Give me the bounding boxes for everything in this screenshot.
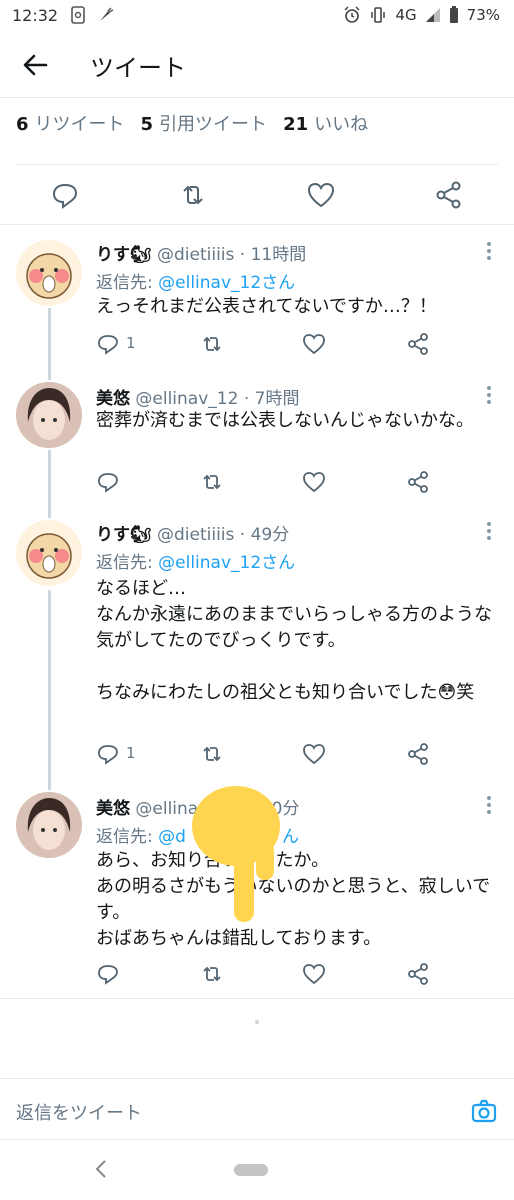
camera-icon[interactable] bbox=[470, 1097, 498, 1125]
tweet-header: りす🐿 @dietiiiis · 11時間 bbox=[96, 240, 306, 265]
tweet-header: りす🐿 @dietiiiis · 49分 bbox=[96, 520, 289, 545]
avatar[interactable] bbox=[16, 792, 82, 858]
handle[interactable]: @dietiiiis bbox=[157, 525, 234, 545]
like-icon[interactable] bbox=[306, 180, 336, 210]
divider bbox=[16, 164, 498, 165]
like-icon[interactable] bbox=[302, 470, 326, 494]
reply-icon[interactable] bbox=[96, 742, 120, 766]
battery-level: 73% bbox=[466, 6, 500, 24]
tweet-actions bbox=[96, 962, 456, 988]
reply-to-link-tail[interactable]: ん bbox=[282, 827, 299, 847]
carrot-icon bbox=[100, 7, 114, 21]
like-icon[interactable] bbox=[302, 742, 326, 766]
divider bbox=[0, 224, 514, 225]
tweet-text: なるほど… なんか永遠にあのままでいらっしゃる方のような気がしてたのでびっくりで… bbox=[96, 578, 492, 703]
tweet[interactable]: りす🐿 @dietiiiis · 49分 返信先: @ellinav_12さん … bbox=[0, 512, 514, 772]
reply-icon[interactable] bbox=[96, 332, 120, 356]
header: ツイート bbox=[0, 32, 514, 98]
status-left-icons bbox=[70, 6, 114, 24]
battery-icon bbox=[449, 6, 458, 23]
reply-icon[interactable] bbox=[96, 470, 120, 494]
girl-avatar-icon bbox=[16, 792, 82, 858]
status-time: 12:32 bbox=[12, 6, 59, 25]
retweet-icon[interactable] bbox=[178, 180, 208, 210]
more-options-icon[interactable] bbox=[486, 242, 492, 260]
squirrel-avatar-icon bbox=[26, 533, 72, 579]
reply-context: 返信先: @ellinav_12さん bbox=[96, 273, 296, 293]
handle[interactable]: @ellina bbox=[135, 799, 198, 819]
retweet-icon[interactable] bbox=[200, 332, 224, 356]
more-options-icon[interactable] bbox=[486, 386, 492, 404]
retweet-icon[interactable] bbox=[200, 742, 224, 766]
reply-to-link[interactable]: @d bbox=[158, 827, 186, 847]
like-icon[interactable] bbox=[302, 962, 326, 986]
alarm-icon bbox=[344, 6, 361, 23]
reply-to-link[interactable]: @ellinav_12さん bbox=[158, 553, 295, 573]
tweet-text: 密葬が済むまでは公表しないんじゃないかな。 bbox=[96, 410, 474, 431]
retweets-stat[interactable]: 6 リツイート bbox=[16, 110, 125, 136]
handle[interactable]: @ellinav_12 bbox=[135, 389, 238, 409]
like-icon[interactable] bbox=[302, 332, 326, 356]
share-icon[interactable] bbox=[406, 332, 430, 356]
reply-count: 1 bbox=[126, 744, 136, 762]
handle[interactable]: @dietiiiis bbox=[157, 245, 234, 265]
display-name[interactable]: りす🐿 bbox=[96, 525, 152, 545]
status-right: 4G 73% bbox=[343, 6, 500, 24]
tweet-header: 美悠 @ellinav_12 · 7時間 bbox=[96, 384, 299, 409]
timestamp: · 11時間 bbox=[239, 245, 307, 265]
reply-to-link[interactable]: @ellinav_12さん bbox=[158, 273, 295, 293]
divider bbox=[0, 998, 514, 999]
retweet-icon[interactable] bbox=[200, 470, 224, 494]
home-gesture-pill[interactable] bbox=[234, 1164, 268, 1176]
more-options-icon[interactable] bbox=[486, 796, 492, 814]
network-type: 4G bbox=[395, 6, 417, 24]
avatar[interactable] bbox=[16, 382, 82, 448]
share-icon[interactable] bbox=[406, 962, 430, 986]
notification-icon bbox=[71, 6, 85, 24]
tweet-text: あら、お知り合いでしたか。 あの明るさがもういないのかと思うと、寂しいです。 お… bbox=[96, 850, 491, 949]
tweet[interactable]: 美悠 @ellinav_12 · 7時間 密葬が済むまでは公表しないんじゃないか… bbox=[0, 376, 514, 506]
main-action-bar bbox=[0, 172, 514, 220]
share-icon[interactable] bbox=[434, 180, 464, 210]
nav-back-icon[interactable] bbox=[92, 1158, 110, 1180]
tweet-actions: 1 bbox=[96, 742, 456, 768]
share-icon[interactable] bbox=[406, 742, 430, 766]
tweet-header: 美悠 @ellina 0分 bbox=[96, 794, 299, 819]
system-nav-bar bbox=[0, 1140, 514, 1200]
reply-count: 1 bbox=[126, 334, 136, 352]
vibrate-icon bbox=[371, 7, 386, 23]
timestamp: · 7時間 bbox=[243, 389, 300, 409]
reply-composer-bar: 返信をツイート bbox=[0, 1078, 514, 1140]
load-more-indicator bbox=[255, 1020, 259, 1024]
avatar[interactable] bbox=[16, 240, 82, 306]
retweet-icon[interactable] bbox=[200, 962, 224, 986]
tweet-actions: 1 bbox=[96, 332, 456, 358]
back-arrow-icon[interactable] bbox=[20, 50, 50, 80]
more-options-icon[interactable] bbox=[486, 522, 492, 540]
tweet[interactable]: りす🐿 @dietiiiis · 11時間 返信先: @ellinav_12さん… bbox=[0, 232, 514, 364]
tweet-actions bbox=[96, 470, 456, 496]
reply-context: 返信先: @ellinav_12さん bbox=[96, 553, 296, 573]
squirrel-avatar-icon bbox=[26, 253, 72, 299]
tweet-stats: 6 リツイート 5 引用ツイート 21 いいね bbox=[16, 110, 368, 136]
page-title: ツイート bbox=[90, 54, 186, 82]
share-icon[interactable] bbox=[406, 470, 430, 494]
timestamp: 0分 bbox=[271, 799, 300, 819]
tweet-text: えっそれまだ公表されてないですか…？！ bbox=[96, 296, 437, 317]
avatar[interactable] bbox=[16, 520, 82, 586]
reply-input[interactable]: 返信をツイート bbox=[16, 1099, 142, 1125]
reply-icon[interactable] bbox=[50, 180, 80, 210]
status-bar: 12:32 4G 73% bbox=[0, 0, 514, 32]
display-name[interactable]: 美悠 bbox=[96, 799, 130, 819]
likes-stat[interactable]: 21 いいね bbox=[283, 110, 368, 136]
quotes-stat[interactable]: 5 引用ツイート bbox=[141, 110, 268, 136]
reply-context: 返信先: @d ん bbox=[96, 827, 299, 847]
girl-avatar-icon bbox=[16, 382, 82, 448]
timestamp: · 49分 bbox=[239, 525, 290, 545]
tweet[interactable]: 美悠 @ellina 0分 返信先: @d ん あら、お知り合いでしたか。 あの明… bbox=[0, 786, 514, 998]
display-name[interactable]: りす🐿 bbox=[96, 245, 152, 265]
reply-icon[interactable] bbox=[96, 962, 120, 986]
signal-icon bbox=[425, 8, 440, 22]
display-name[interactable]: 美悠 bbox=[96, 389, 130, 409]
